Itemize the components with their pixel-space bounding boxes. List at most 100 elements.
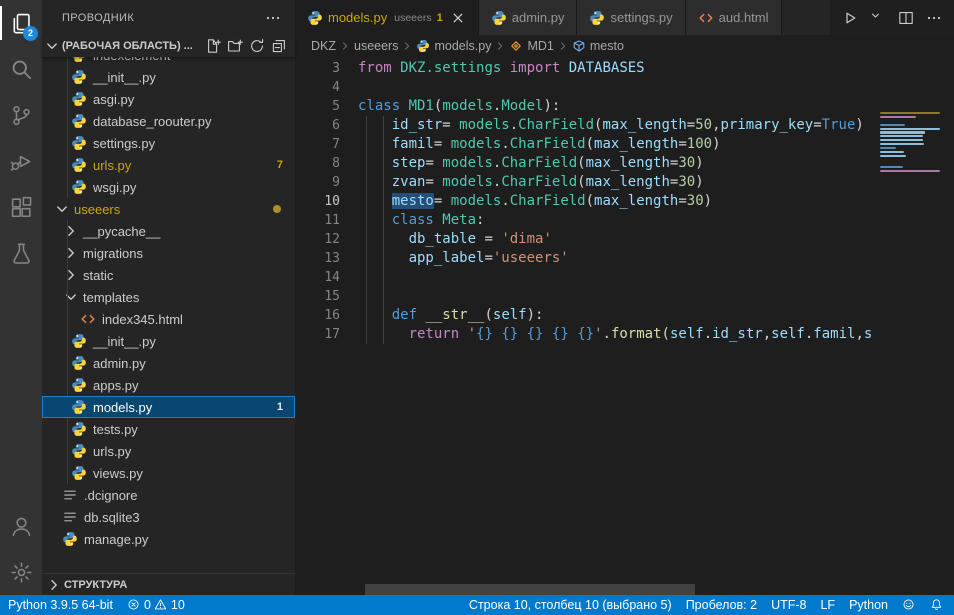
tree-file-__init__.py[interactable]: __init__.py (42, 66, 295, 88)
tree-folder-__pycache__[interactable]: __pycache__ (42, 220, 295, 242)
code-line-10[interactable]: 10 mesto= models.CharField(max_length=30… (295, 192, 878, 211)
tree-file-urls.py[interactable]: urls.py (42, 440, 295, 462)
tree-file-urls.py[interactable]: urls.py7 (42, 154, 295, 176)
code-line-16[interactable]: 16 def __str__(self): (295, 306, 878, 325)
class-sym-icon (509, 39, 523, 53)
tree-file-apps.py[interactable]: apps.py (42, 374, 295, 396)
tree-file-tests.py[interactable]: tests.py (42, 418, 295, 440)
code-lines[interactable]: 3from DKZ.settings import DATABASES45cla… (295, 59, 878, 344)
tab-models.py[interactable]: models.pyuseeers1 (295, 0, 479, 35)
split-editor-button-icon[interactable] (898, 10, 914, 26)
tree-file-models.py[interactable]: models.py1 (42, 396, 295, 418)
workspace-label: (РАБОЧАЯ ОБЛАСТЬ) ... (62, 40, 203, 52)
tab-aud.html[interactable]: aud.html (686, 0, 782, 35)
code-line-12[interactable]: 12 db_table = 'dima' (295, 230, 878, 249)
close-icon[interactable] (450, 10, 466, 26)
status-python-interpreter[interactable]: Python 3.9.5 64-bit (8, 598, 113, 612)
workspace-section-header[interactable]: (РАБОЧАЯ ОБЛАСТЬ) ... (42, 35, 295, 57)
new-folder-icon[interactable] (227, 38, 243, 54)
code-line-15[interactable]: 15 (295, 287, 878, 306)
activity-testing-button[interactable] (0, 230, 42, 276)
line-number: 4 (295, 78, 340, 97)
code-line-8[interactable]: 8 step= models.CharField(max_length=30) (295, 154, 878, 173)
code-text: return '{} {} {} {} {}'.format(self.id_s… (340, 325, 872, 344)
code-text: db_table = 'dima' (340, 230, 552, 249)
tree-file-admin.py[interactable]: admin.py (42, 352, 295, 374)
run-button-icon[interactable] (842, 10, 858, 26)
status-problems[interactable]: 010 (127, 598, 185, 612)
activity-extensions-button[interactable] (0, 184, 42, 230)
status-eol[interactable]: LF (820, 598, 835, 612)
status-encoding[interactable]: UTF-8 (771, 598, 806, 612)
status-cursor-position[interactable]: Строка 10, столбец 10 (выбрано 5) (469, 598, 672, 612)
status-bar: Python 3.9.5 64-bit 010 Строка 10, столбе… (0, 595, 954, 615)
more-actions-icon[interactable] (926, 10, 942, 26)
tab-label: settings.py (610, 10, 672, 25)
tree-file-settings.py[interactable]: settings.py (42, 132, 295, 154)
breadcrumb-item-models.py[interactable]: models.py (416, 39, 491, 53)
tree-file-__init__.py[interactable]: __init__.py (42, 330, 295, 352)
minimap[interactable] (880, 112, 944, 174)
tree-item-label: asgi.py (93, 92, 134, 107)
code-line-4[interactable]: 4 (295, 78, 878, 97)
activity-search-button[interactable] (0, 46, 42, 92)
outline-section-header[interactable]: СТРУКТУРА (42, 573, 295, 595)
line-number: 15 (295, 287, 340, 306)
breadcrumb-item-mesto[interactable]: mesto (572, 39, 624, 53)
activity-explorer-button[interactable]: 2 (0, 0, 42, 46)
line-number: 10 (295, 192, 340, 211)
tree-folder-templates[interactable]: templates (42, 286, 295, 308)
tree-file-.dcignore[interactable]: .dcignore (42, 484, 295, 506)
status-feedback[interactable] (902, 598, 916, 612)
breadcrumb-item-useeers[interactable]: useeers (354, 39, 398, 53)
code-line-5[interactable]: 5class MD1(models.Model): (295, 97, 878, 116)
new-file-icon[interactable] (205, 38, 221, 54)
code-editor[interactable]: 3from DKZ.settings import DATABASES45cla… (295, 57, 954, 595)
code-line-17[interactable]: 17 return '{} {} {} {} {}'.format(self.i… (295, 325, 878, 344)
status-notifications[interactable] (930, 598, 944, 612)
tree-folder-useeers[interactable]: useeers (42, 198, 295, 220)
breadcrumb-item-MD1[interactable]: MD1 (509, 39, 553, 53)
tree-folder-migrations[interactable]: migrations (42, 242, 295, 264)
tree-file-db.sqlite3[interactable]: db.sqlite3 (42, 506, 295, 528)
chevron-down-icon (54, 201, 70, 217)
tree-folder-static[interactable]: static (42, 264, 295, 286)
code-line-11[interactable]: 11 class Meta: (295, 211, 878, 230)
tab-label: aud.html (719, 10, 769, 25)
tab-settings.py[interactable]: settings.py (577, 0, 685, 35)
breadcrumb-label: mesto (590, 39, 624, 53)
code-text (340, 268, 358, 287)
tree-file-views.py[interactable]: views.py (42, 462, 295, 484)
tree-file-database_roouter.py[interactable]: database_roouter.py (42, 110, 295, 132)
tree-file-index345.html[interactable]: index345.html (42, 308, 295, 330)
code-line-9[interactable]: 9 zvan= models.CharField(max_length=30) (295, 173, 878, 192)
activity-settings-button[interactable] (0, 549, 42, 595)
code-line-7[interactable]: 7 famil= models.CharField(max_length=100… (295, 135, 878, 154)
code-line-13[interactable]: 13 app_label='useeers' (295, 249, 878, 268)
status-language-mode[interactable]: Python (849, 598, 888, 612)
explorer-more-actions-icon[interactable] (265, 10, 281, 26)
activity-run-debug-button[interactable] (0, 138, 42, 184)
run-dropdown-icon[interactable] (870, 10, 886, 26)
tree-file-wsgi.py[interactable]: wsgi.py (42, 176, 295, 198)
code-line-6[interactable]: 6 id_str= models.CharField(max_length=50… (295, 116, 878, 135)
tree-item-label: db.sqlite3 (84, 510, 140, 525)
refresh-icon[interactable] (249, 38, 265, 54)
workspace-actions (205, 38, 287, 54)
tree-file-asgi.py[interactable]: asgi.py (42, 88, 295, 110)
activity-source-control-button[interactable] (0, 92, 42, 138)
activity-accounts-button[interactable] (0, 503, 42, 549)
tree-file-indexelement[interactable]: indexelement (42, 57, 295, 66)
tree-file-manage.py[interactable]: manage.py (42, 528, 295, 550)
tab-admin.py[interactable]: admin.py (479, 0, 578, 35)
horizontal-scrollbar[interactable] (365, 584, 695, 595)
status-indentation[interactable]: Пробелов: 2 (686, 598, 757, 612)
breadcrumb-label: MD1 (527, 39, 553, 53)
tree-item-label: database_roouter.py (93, 114, 212, 129)
code-line-3[interactable]: 3from DKZ.settings import DATABASES (295, 59, 878, 78)
breadcrumb-item-DKZ[interactable]: DKZ (311, 39, 336, 53)
code-line-14[interactable]: 14 (295, 268, 878, 287)
collapse-all-icon[interactable] (271, 38, 287, 54)
python-icon (71, 355, 87, 371)
python-icon (71, 179, 87, 195)
